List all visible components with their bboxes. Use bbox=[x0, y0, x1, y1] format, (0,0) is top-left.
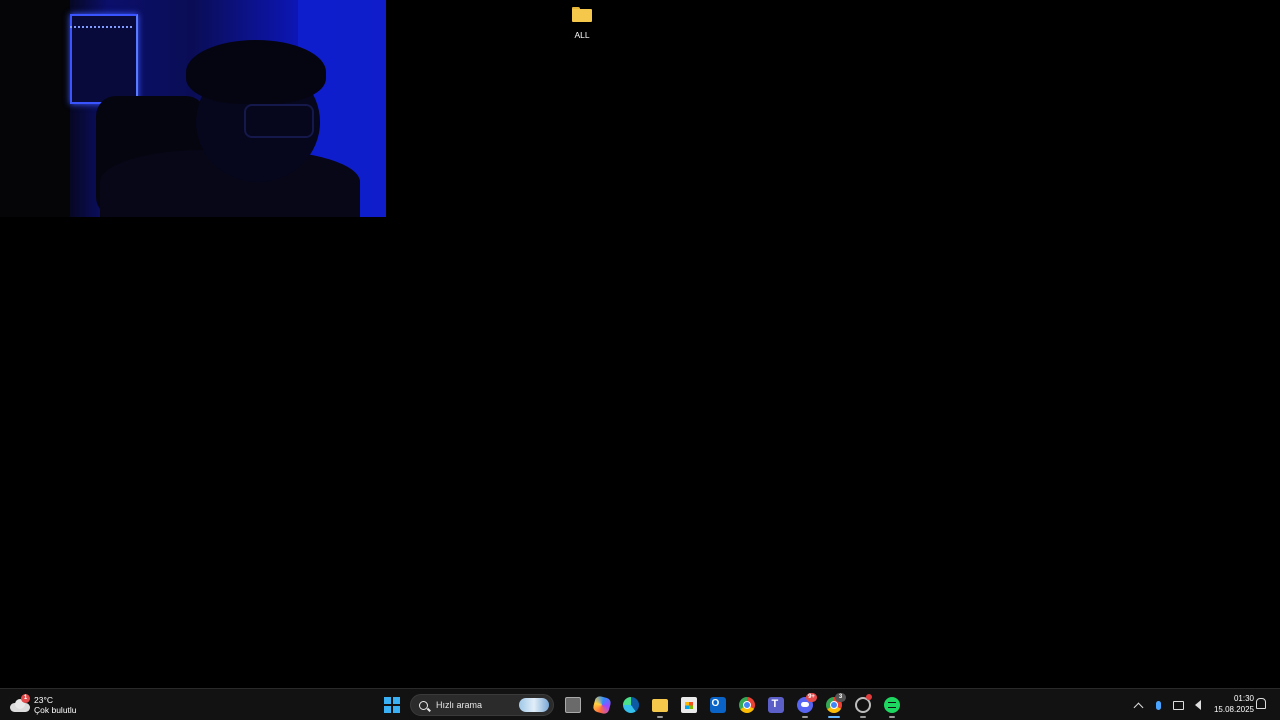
network-button[interactable] bbox=[1168, 691, 1188, 719]
copilot-button[interactable] bbox=[587, 691, 616, 719]
webcam-person-glasses bbox=[244, 104, 314, 138]
spotify-icon bbox=[883, 697, 900, 713]
chrome-icon bbox=[738, 697, 755, 713]
clock-time: 01:30 bbox=[1233, 694, 1254, 703]
notification-dot bbox=[866, 694, 872, 700]
webcam-shadow-area bbox=[0, 0, 70, 217]
file-explorer-button[interactable] bbox=[645, 691, 674, 719]
running-indicator bbox=[801, 716, 808, 718]
taskbar-apps: Hızlı arama 9+ bbox=[377, 691, 906, 719]
cloud-icon: 1 bbox=[10, 694, 30, 712]
teams-button[interactable] bbox=[761, 691, 790, 719]
active-indicator bbox=[827, 716, 840, 718]
folder-icon bbox=[651, 698, 668, 712]
desktop-icon-all[interactable]: ALL bbox=[556, 4, 608, 44]
edge-icon bbox=[622, 697, 639, 713]
show-hidden-icons-button[interactable] bbox=[1128, 691, 1148, 719]
store-icon bbox=[680, 697, 697, 713]
webcam-person-hair bbox=[186, 40, 326, 104]
clock-date: 15.08.2025 bbox=[1213, 705, 1254, 714]
outlook-icon bbox=[709, 697, 726, 713]
chrome-button[interactable] bbox=[732, 691, 761, 719]
chevron-up-icon bbox=[1133, 702, 1143, 712]
weather-widget[interactable]: 1 23°C Çok bulutlu bbox=[10, 692, 77, 718]
running-indicator bbox=[656, 716, 663, 718]
search-box[interactable]: Hızlı arama bbox=[410, 694, 554, 716]
system-tray bbox=[1128, 691, 1208, 719]
running-indicator bbox=[888, 716, 895, 718]
weather-condition: Çok bulutlu bbox=[34, 705, 77, 715]
clock-button[interactable]: 01:30 15.08.2025 bbox=[1206, 693, 1254, 715]
weather-badge: 1 bbox=[21, 694, 30, 703]
microphone-button[interactable] bbox=[1148, 691, 1168, 719]
search-highlight-icon bbox=[519, 698, 549, 712]
task-view-button[interactable] bbox=[558, 691, 587, 719]
folder-icon bbox=[572, 7, 592, 22]
webcam-overlay bbox=[0, 0, 386, 217]
ring-app-button[interactable] bbox=[848, 691, 877, 719]
notification-bell-icon[interactable] bbox=[1256, 698, 1266, 709]
search-icon bbox=[419, 700, 428, 710]
teams-icon bbox=[767, 697, 784, 713]
speaker-icon bbox=[1195, 700, 1201, 710]
webcam-led-strip bbox=[70, 26, 134, 28]
desktop-icon-label: ALL bbox=[574, 30, 590, 40]
task-view-icon bbox=[564, 697, 581, 713]
weather-temperature: 23°C bbox=[34, 695, 53, 705]
outlook-button[interactable] bbox=[703, 691, 732, 719]
search-placeholder: Hızlı arama bbox=[436, 700, 483, 710]
edge-button[interactable] bbox=[616, 691, 645, 719]
chrome-window-count-badge: 3 bbox=[835, 693, 846, 702]
store-button[interactable] bbox=[674, 691, 703, 719]
running-indicator bbox=[859, 716, 866, 718]
discord-badge: 9+ bbox=[806, 693, 817, 702]
volume-button[interactable] bbox=[1188, 691, 1208, 719]
discord-button[interactable]: 9+ bbox=[790, 691, 819, 719]
copilot-icon bbox=[591, 695, 612, 715]
microphone-icon bbox=[1155, 700, 1161, 710]
network-icon bbox=[1172, 700, 1184, 710]
windows-start-icon bbox=[383, 697, 400, 713]
taskbar: 1 23°C Çok bulutlu Hızlı arama O T 9+ 3 … bbox=[0, 688, 1280, 720]
start-button[interactable] bbox=[377, 691, 406, 719]
chrome-profile-button[interactable]: 3 bbox=[819, 691, 848, 719]
spotify-button[interactable] bbox=[877, 691, 906, 719]
